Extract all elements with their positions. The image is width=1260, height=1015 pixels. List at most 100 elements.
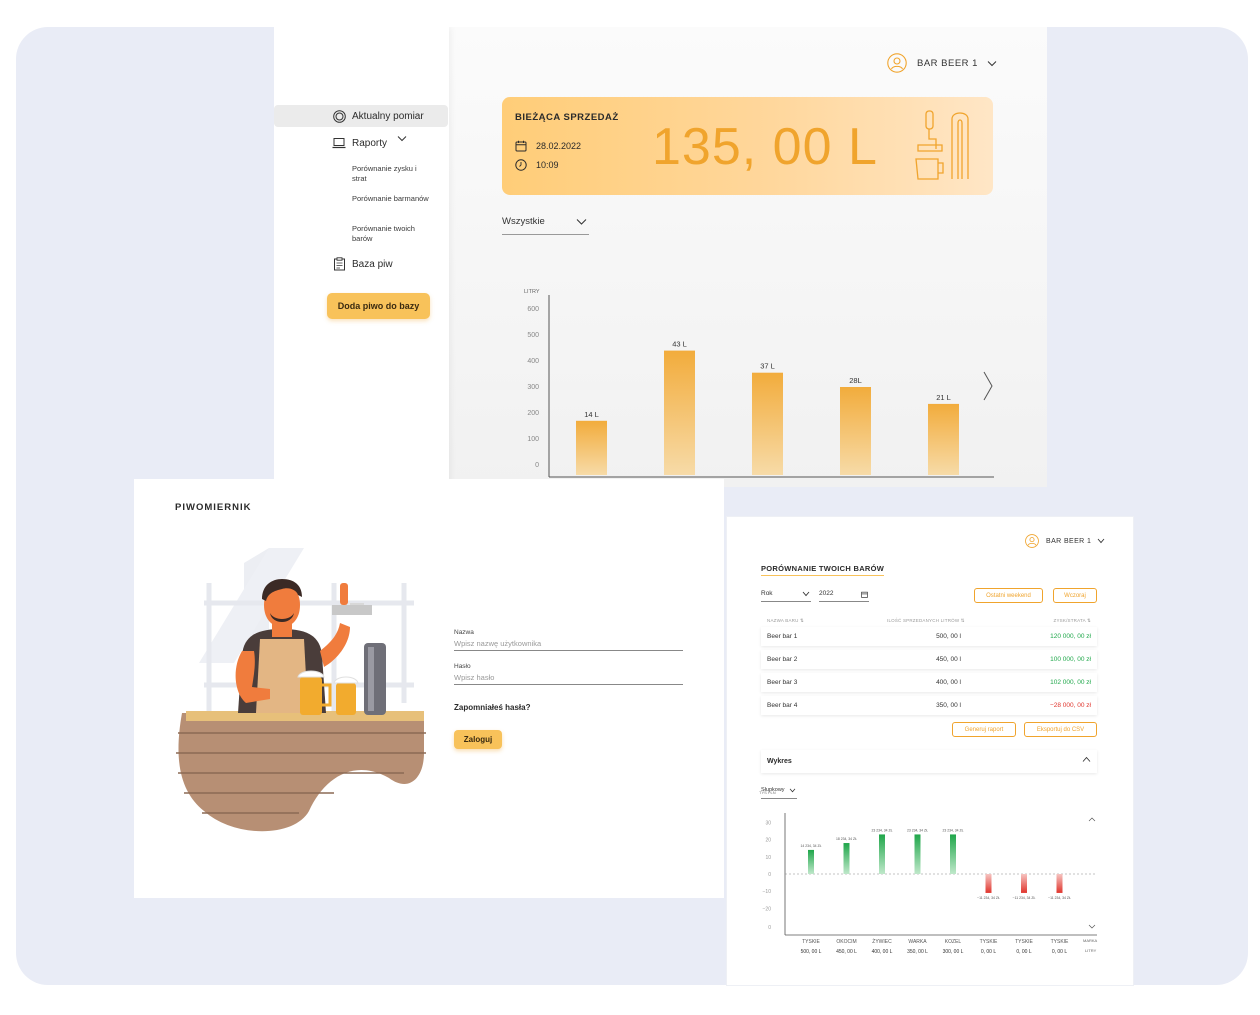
bar: [664, 350, 695, 475]
x-tick-label: WARKA: [908, 939, 927, 945]
user-menu[interactable]: BAR BEER 1: [1025, 534, 1105, 548]
bar: [950, 834, 956, 874]
chevron-down-icon[interactable]: [397, 134, 407, 145]
x2-axis-label: LITRY: [1085, 948, 1097, 953]
bar: [985, 874, 992, 893]
beer-filter-select[interactable]: Wszystkie: [502, 216, 589, 235]
table-row[interactable]: Beer bar 3 400, 00 l 102 000, 00 zł: [761, 673, 1097, 692]
table-row[interactable]: Beer bar 4 350, 00 l −28 000, 00 zł: [761, 696, 1097, 715]
bar-name: Beer bar 4: [767, 702, 798, 709]
comparison-window: BAR BEER 1 PORÓWNANIE TWOICH BARÓW Rok 2…: [727, 517, 1133, 985]
sales-date: 28.02.2022: [515, 140, 581, 152]
calendar-icon: [515, 140, 527, 152]
generate-report-button[interactable]: Generuj raport: [952, 722, 1016, 737]
x-tick-label: TYSKIE: [802, 939, 820, 945]
sales-title: BIEŻĄCA SPRZEDAŻ: [515, 112, 619, 123]
password-label: Hasło: [454, 663, 471, 670]
x-liters-label: 0, 00 L: [981, 949, 997, 955]
user-name: BAR BEER 1: [1046, 537, 1092, 545]
y-axis-label: LITRY: [524, 289, 540, 295]
bar-data-label: 37 L: [760, 362, 775, 371]
bar: [928, 403, 959, 475]
y-tick-label: 500: [527, 332, 539, 339]
user-avatar-icon: [1025, 534, 1039, 548]
column-header-profit[interactable]: ZYSK/STRATA ⇅: [1054, 618, 1091, 624]
x-tick-label: OKOCIM: [836, 939, 856, 945]
profit-value: 100 000, 00 zł: [1050, 656, 1091, 663]
chart-section-header[interactable]: Wykres: [761, 750, 1097, 773]
period-select[interactable]: Rok: [761, 590, 811, 602]
profit-bar-chart: TYS PLN 30 20 10 0 −10 −20 0 MARKA LITRY 14 234, 3…: [759, 790, 1098, 955]
bar: [879, 834, 885, 874]
chevron-down-icon: [1097, 538, 1105, 544]
x-liters-label: 0, 00 L: [1052, 949, 1068, 955]
user-menu[interactable]: BAR BEER 1: [887, 53, 997, 73]
clock-icon: [515, 159, 527, 171]
chevron-down-icon: [576, 219, 587, 225]
y-tick-label: 300: [527, 384, 539, 391]
bar-data-label: −11 234, 34 ZŁ: [1048, 896, 1071, 900]
username-placeholder: Wpisz nazwę użytkownika: [454, 639, 542, 648]
export-csv-button[interactable]: Eksportuj do CSV: [1024, 722, 1097, 737]
password-input[interactable]: Wpisz hasło: [454, 673, 683, 685]
username-input[interactable]: Wpisz nazwę użytkownika: [454, 639, 683, 651]
liters-value: 500, 00 l: [936, 633, 961, 640]
bar-data-label: 18 234, 34 ZŁ: [836, 837, 857, 841]
username-label: Nazwa: [454, 629, 474, 636]
y-tick-label: 0: [768, 925, 771, 931]
bar-data-label: −11 234, 34 ZŁ: [977, 896, 1000, 900]
y-axis-label: TYS PLN: [759, 790, 776, 795]
bar: [840, 387, 871, 475]
yesterday-button[interactable]: Wczoraj: [1053, 588, 1097, 603]
bar-name: Beer bar 3: [767, 679, 798, 686]
sidebar-item-aktualny-pomiar[interactable]: Aktualny pomiar: [274, 105, 448, 127]
sales-time-value: 10:09: [536, 160, 559, 170]
user-name: BAR BEER 1: [917, 57, 978, 69]
sidebar-subitem-zyski[interactable]: Porównanie zysku i strat: [352, 164, 430, 184]
x-tick-label: TYSKIE: [980, 939, 998, 945]
sidebar-item-label: Aktualny pomiar: [352, 110, 424, 122]
chevron-down-icon: [802, 591, 810, 597]
year-value: 2022: [819, 590, 834, 597]
last-weekend-button[interactable]: Ostatni weekend: [974, 588, 1043, 603]
dashboard-window: Aktualny pomiar Raporty Porównanie zysku…: [274, 27, 1047, 487]
login-button[interactable]: Zaloguj: [454, 730, 502, 749]
y-tick-label: 30: [765, 820, 771, 826]
year-input[interactable]: 2022: [819, 590, 869, 602]
sidebar-subitem-bary[interactable]: Porównanie twoich barów: [352, 224, 430, 244]
sales-value: 135, 00 L: [652, 118, 878, 176]
bar: [1021, 874, 1027, 893]
bar-data-label: 43 L: [672, 340, 687, 349]
x-tick-label: TYSKIE: [1015, 939, 1033, 945]
bar-data-label: 14 234, 34 ZŁ: [801, 844, 822, 848]
y-tick-label: −20: [763, 906, 772, 912]
y-tick-label: 20: [765, 838, 771, 844]
sidebar-item-raporty[interactable]: Raporty: [274, 132, 448, 154]
table-row[interactable]: Beer bar 2 450, 00 l 100 000, 00 zł: [761, 650, 1097, 669]
profit-value: 120 000, 00 zł: [1050, 633, 1091, 640]
y-tick-label: 0: [768, 872, 771, 878]
section-title: Wykres: [767, 758, 792, 765]
bar: [576, 420, 607, 475]
beer-tap-icon: [915, 110, 969, 180]
chevron-up-icon: [1088, 817, 1096, 822]
liters-value: 450, 00 l: [936, 656, 961, 663]
bar: [808, 849, 814, 874]
sales-time: 10:09: [515, 159, 559, 171]
add-beer-button[interactable]: Doda piwo do bazy: [327, 293, 430, 319]
laptop-icon: [332, 136, 346, 150]
column-header-liters[interactable]: ILOŚĆ SPRZEDANYCH LITRÓW ⇅: [887, 618, 965, 624]
sidebar-subitem-barmani[interactable]: Porównanie barmanów: [352, 194, 430, 204]
chevron-down-icon: [987, 60, 997, 66]
table-row[interactable]: Beer bar 1 500, 00 l 120 000, 00 zł: [761, 627, 1097, 646]
chevron-right-icon[interactable]: [981, 370, 995, 402]
sidebar-item-baza-piw[interactable]: Baza piw: [274, 253, 448, 275]
current-sales-card: BIEŻĄCA SPRZEDAŻ 28.02.2022 10:09 135, 0…: [502, 97, 993, 195]
y-tick-label: 400: [527, 358, 539, 365]
bar-data-label: −11 234, 34 ZŁ: [1013, 896, 1036, 900]
forgot-password-link[interactable]: Zapomniałeś hasła?: [454, 703, 530, 712]
y-tick-label: 600: [527, 306, 539, 313]
y-tick-label: 10: [765, 855, 771, 861]
bar-data-label: 23 234, 34 ZŁ: [907, 828, 928, 832]
column-header-name[interactable]: NAZWA BARU ⇅: [767, 618, 804, 624]
